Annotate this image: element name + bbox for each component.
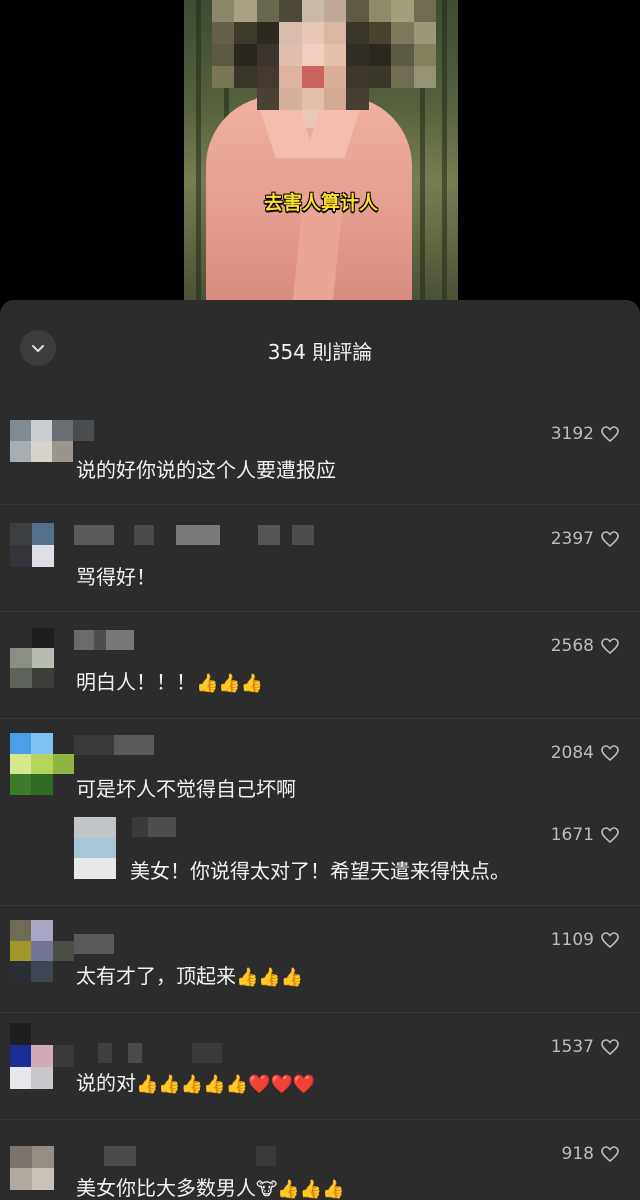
like-button[interactable]: 1109 [551,930,620,950]
like-count: 2568 [550,636,594,656]
heart-outline-icon [601,827,619,844]
like-count: 918 [561,1144,594,1164]
comment-text: 明白人！！！👍👍👍 [76,670,264,694]
username-blurred [74,630,134,650]
avatar[interactable] [10,628,54,688]
like-button[interactable]: 1537 [551,1037,620,1057]
comments-count-title: 354 則評論 [267,340,373,364]
comment-item[interactable]: 太有才了，顶起来👍👍👍 1109 [0,906,640,1012]
username-blurred [74,1043,222,1063]
heart-outline-icon [601,932,619,949]
video-player[interactable]: 去害人算计人 [0,0,640,310]
heart-outline-icon [601,1146,619,1163]
comment-item[interactable]: 说的好你说的这个人要遭报应 3192 [0,400,640,504]
comments-sheet: 354 則評論 说的好你说的这个人要遭报应 3192 骂得好！ 2397 明白人… [0,300,640,1200]
like-button[interactable]: 3192 [551,424,620,444]
reply-avatar[interactable] [74,817,116,879]
like-button[interactable]: 2084 [551,743,620,763]
heart-outline-icon [601,426,619,443]
comment-text: 骂得好！ [76,565,156,589]
comment-item[interactable]: 明白人！！！👍👍👍 2568 [0,612,640,718]
comment-item[interactable]: 说的对👍👍👍👍👍❤️❤️❤️ 1537 [0,1013,640,1119]
cow-and-thumbs-up-emoji: 🐮👍👍👍 [256,1179,345,1200]
comment-text: 可是坏人不觉得自己坏啊 [76,777,296,801]
avatar[interactable] [10,1023,74,1089]
comment-item[interactable]: 美女你比大多数男人🐮👍👍👍 918 [0,1120,640,1200]
like-count: 2397 [550,529,594,549]
heart-outline-icon [601,531,619,548]
video-caption: 去害人算计人 [263,192,378,214]
avatar[interactable] [10,523,54,567]
pixelated-face [212,0,436,110]
comment-text: 美女你比大多数男人🐮👍👍👍 [76,1176,345,1200]
heart-outline-icon [601,745,619,762]
video-frame: 去害人算计人 [184,0,458,302]
like-count: 1671 [550,825,594,845]
comments-header: 354 則評論 [0,300,640,400]
like-button[interactable]: 2397 [551,529,620,549]
heart-outline-icon [601,638,619,655]
thumbs-up-and-heart-emoji: 👍👍👍👍👍❤️❤️❤️ [136,1074,316,1095]
like-button[interactable]: 2568 [551,636,620,656]
like-count: 1537 [550,1037,594,1057]
comment-text: 说的好你说的这个人要遭报应 [76,458,336,482]
username-blurred [132,817,176,837]
comment-text: 太有才了，顶起来👍👍👍 [76,964,304,988]
like-count: 3192 [550,424,594,444]
like-button[interactable]: 918 [562,1144,620,1164]
like-count: 1109 [550,930,594,950]
username-blurred [74,735,154,755]
thumbs-up-emoji: 👍👍👍 [236,967,304,988]
comment-item[interactable]: 可是坏人不觉得自己坏啊 2084 美女！你说得太对了！希望天遣来得快点。 167… [0,719,640,905]
avatar[interactable] [10,1146,54,1190]
reply-text: 美女！你说得太对了！希望天遣来得快点。 [130,859,510,883]
like-count: 2084 [550,743,594,763]
avatar[interactable] [10,920,74,982]
like-button[interactable]: 1671 [551,825,620,845]
comment-text: 说的对👍👍👍👍👍❤️❤️❤️ [76,1071,316,1095]
avatar[interactable] [10,733,74,795]
heart-outline-icon [601,1039,619,1056]
username-blurred [74,525,314,545]
comment-item[interactable]: 骂得好！ 2397 [0,505,640,611]
username-blurred [74,934,114,954]
username-blurred [74,1146,276,1166]
thumbs-up-emoji: 👍👍👍 [196,673,264,694]
